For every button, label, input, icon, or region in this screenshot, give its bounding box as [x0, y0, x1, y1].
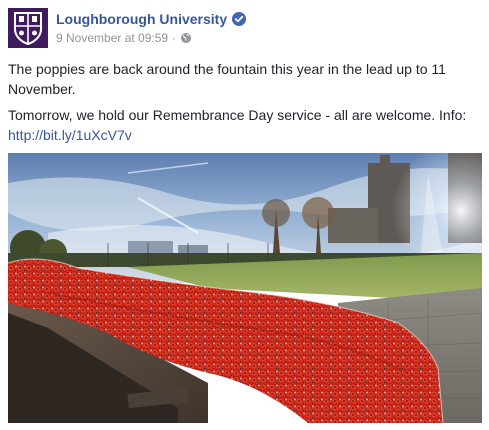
post-paragraph-1: The poppies are back around the fountain…: [8, 61, 446, 97]
post-photo[interactable]: [8, 153, 482, 423]
post-subtitle: 9 November at 09:59 ·: [56, 31, 246, 45]
name-row: Loughborough University: [56, 10, 247, 28]
post-paragraph-2-text: Tomorrow, we hold our Remembrance Day se…: [8, 107, 467, 123]
facebook-post: Loughborough University 9 November at 09…: [0, 0, 489, 430]
separator-dot: ·: [172, 31, 177, 45]
verified-badge-icon: [232, 12, 247, 26]
post-body: The poppies are back around the fountain…: [8, 59, 482, 151]
post-meta: Loughborough University 9 November at 09…: [56, 8, 247, 45]
info-link[interactable]: http://bit.ly/1uXcV7v: [8, 127, 132, 143]
post-header: Loughborough University 9 November at 09…: [8, 8, 247, 48]
post-timestamp[interactable]: 9 November at 09:59: [56, 31, 168, 45]
page-name-link[interactable]: Loughborough University: [56, 11, 227, 27]
globe-icon[interactable]: [180, 32, 192, 44]
university-crest-icon[interactable]: [8, 8, 48, 48]
post-paragraph-2: Tomorrow, we hold our Remembrance Day se…: [8, 105, 482, 145]
